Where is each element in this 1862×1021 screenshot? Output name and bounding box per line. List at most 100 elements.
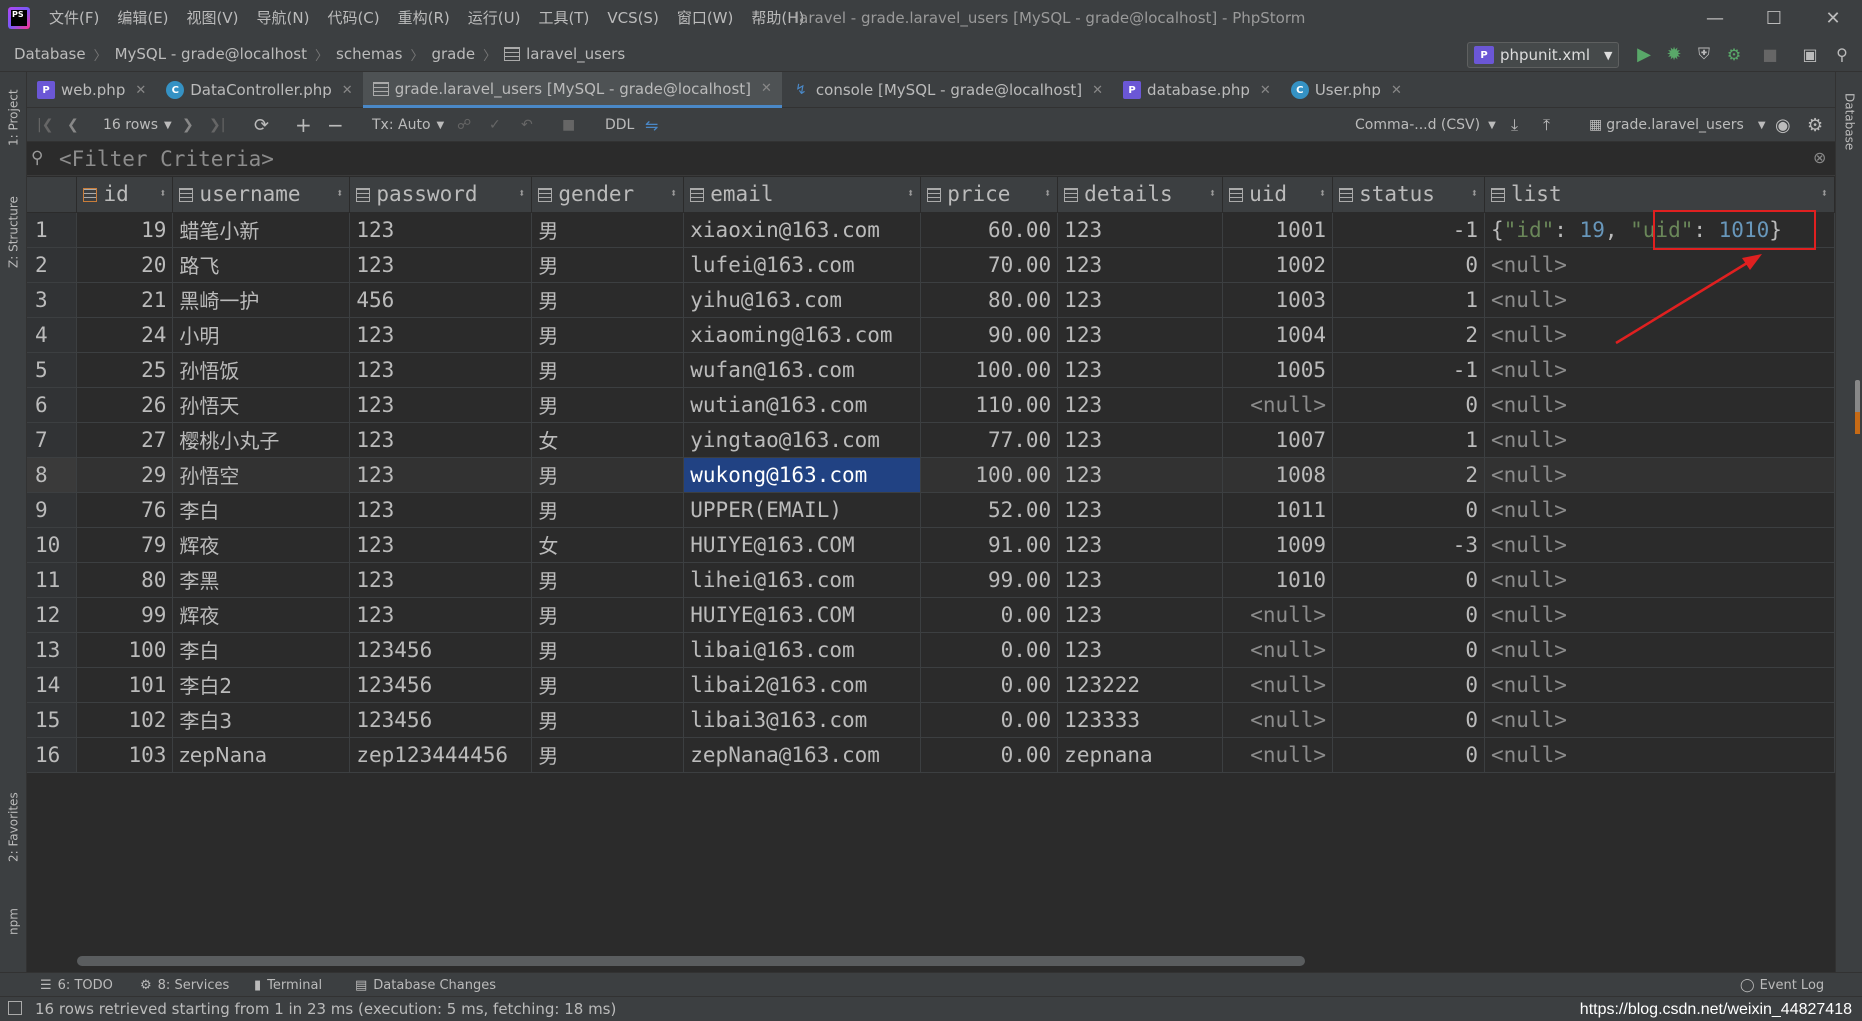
cell-list[interactable]: <null> — [1484, 562, 1835, 598]
menu-window[interactable]: 窗口(W) — [668, 0, 743, 36]
cell-gender[interactable]: 男 — [531, 457, 685, 493]
add-row-icon[interactable]: + — [295, 108, 312, 142]
cell-uid[interactable]: 1010 — [1222, 562, 1334, 598]
view-icon[interactable]: ◉ — [1775, 108, 1791, 142]
cell-list[interactable]: <null> — [1484, 527, 1835, 563]
cell-gender[interactable]: 男 — [531, 247, 685, 283]
menu-refactor[interactable]: 重构(R) — [389, 0, 459, 36]
cell-password[interactable]: 123 — [349, 387, 533, 423]
table-row[interactable]: 6 26 孙悟天 123 男 wutian@163.com 110.00 123 <null> 0… — [27, 387, 1835, 423]
cell-status[interactable]: -3 — [1332, 527, 1486, 563]
table-row[interactable]: 12 99 辉夜 123 男 HUIYE@163.COM 0.00 123 <null> 0 <nu… — [27, 597, 1835, 633]
cell-email[interactable]: libai@163.com — [683, 632, 922, 668]
cell-uid[interactable]: 1009 — [1222, 527, 1334, 563]
cell-username[interactable]: 李白 — [172, 492, 351, 528]
cell-uid[interactable]: 1008 — [1222, 457, 1334, 493]
row-number[interactable]: 5 — [27, 352, 78, 388]
breadcrumb-table[interactable]: laravel_users — [526, 45, 625, 63]
row-number[interactable]: 16 — [27, 737, 78, 773]
cell-status[interactable]: 0 — [1332, 737, 1486, 773]
cell-status[interactable]: -1 — [1332, 352, 1486, 388]
next-page-icon[interactable]: ❯ — [182, 108, 194, 142]
rows-count-select[interactable]: 16 rows ▼ — [103, 108, 172, 142]
cell-price[interactable]: 110.00 — [920, 387, 1059, 423]
cell-price[interactable]: 0.00 — [920, 667, 1059, 703]
tab-database-php[interactable]: P database.php ✕ — [1113, 72, 1281, 108]
cell-id[interactable]: 76 — [76, 492, 174, 528]
cell-gender[interactable]: 男 — [531, 352, 685, 388]
cell-details[interactable]: 123 — [1057, 387, 1224, 423]
cell-details[interactable]: 123 — [1057, 212, 1224, 248]
cell-password[interactable]: 123 — [349, 317, 533, 353]
tab-structure[interactable]: Z: Structure — [0, 182, 27, 282]
cell-email[interactable]: HUIYE@163.COM — [683, 527, 922, 563]
menu-tools[interactable]: 工具(T) — [529, 0, 598, 36]
cell-email[interactable]: lihei@163.com — [683, 562, 922, 598]
cell-status[interactable]: 0 — [1332, 247, 1486, 283]
table-row[interactable]: 3 21 黑崎一护 456 男 yihu@163.com 80.00 123 1003 1 <nul… — [27, 282, 1835, 318]
cell-password[interactable]: 123 — [349, 212, 533, 248]
cell-list[interactable]: <null> — [1484, 632, 1835, 668]
run-config-select[interactable]: P phpunit.xml ▼ — [1467, 42, 1619, 68]
cell-list[interactable]: <null> — [1484, 387, 1835, 423]
cell-status[interactable]: 0 — [1332, 597, 1486, 633]
close-icon[interactable]: ✕ — [1092, 83, 1103, 98]
cell-uid[interactable]: <null> — [1222, 702, 1334, 738]
cell-details[interactable]: 123222 — [1057, 667, 1224, 703]
cell-email[interactable]: libai3@163.com — [683, 702, 922, 738]
profile-icon[interactable]: ⚙ — [1722, 42, 1746, 66]
cell-password[interactable]: 123 — [349, 457, 533, 493]
tab-user-php[interactable]: C User.php ✕ — [1281, 72, 1412, 108]
minimize-icon[interactable]: — — [1686, 0, 1744, 36]
previous-page-icon[interactable]: ❮ — [67, 108, 79, 142]
table-row[interactable]: 4 24 小明 123 男 xiaoming@163.com 90.00 123 1004 2 <n… — [27, 317, 1835, 353]
cell-uid[interactable]: <null> — [1222, 597, 1334, 633]
cell-id[interactable]: 21 — [76, 282, 174, 318]
row-number[interactable]: 1 — [27, 212, 78, 248]
cell-status[interactable]: 0 — [1332, 702, 1486, 738]
tab-npm[interactable]: npm — [0, 892, 27, 952]
cell-id[interactable]: 24 — [76, 317, 174, 353]
cell-price[interactable]: 0.00 — [920, 597, 1059, 633]
cell-username[interactable]: 李白2 — [172, 667, 351, 703]
cell-details[interactable]: 123 — [1057, 282, 1224, 318]
cell-gender[interactable]: 女 — [531, 422, 685, 458]
row-number[interactable]: 7 — [27, 422, 78, 458]
cell-email[interactable]: libai2@163.com — [683, 667, 922, 703]
cell-username[interactable]: 李白 — [172, 632, 351, 668]
sort-icon[interactable]: ⬍ — [1471, 186, 1478, 200]
cell-username[interactable]: 辉夜 — [172, 527, 351, 563]
table-row[interactable]: 7 27 樱桃小丸子 123 女 yingtao@163.com 77.00 123 1007 1… — [27, 422, 1835, 458]
refresh-icon[interactable]: ⟳ — [254, 108, 269, 142]
table-select[interactable]: ▦ grade.laravel_users ▼ — [1589, 108, 1766, 142]
cell-price[interactable]: 91.00 — [920, 527, 1059, 563]
maximize-icon[interactable]: ☐ — [1745, 0, 1803, 36]
menu-edit[interactable]: 编辑(E) — [108, 0, 177, 36]
menu-view[interactable]: 视图(V) — [178, 0, 248, 36]
cell-uid[interactable]: 1005 — [1222, 352, 1334, 388]
tool-windows-icon[interactable] — [8, 1001, 22, 1015]
cell-status[interactable]: -1 — [1332, 212, 1486, 248]
export-format-select[interactable]: Comma-...d (CSV) ▼ — [1355, 108, 1496, 142]
cell-email[interactable]: zepNana@163.com — [683, 737, 922, 773]
column-header-email[interactable]: email ⬍ — [683, 177, 922, 213]
row-number[interactable]: 8 — [27, 457, 78, 493]
cell-details[interactable]: 123 — [1057, 422, 1224, 458]
cell-id[interactable]: 100 — [76, 632, 174, 668]
cell-username[interactable]: 黑崎一护 — [172, 282, 351, 318]
row-number[interactable]: 6 — [27, 387, 78, 423]
cell-uid[interactable]: <null> — [1222, 632, 1334, 668]
cell-list[interactable]: <null> — [1484, 282, 1835, 318]
row-number[interactable]: 4 — [27, 317, 78, 353]
cell-status[interactable]: 0 — [1332, 562, 1486, 598]
tab-project[interactable]: 1: Project — [0, 78, 27, 158]
cell-id[interactable]: 101 — [76, 667, 174, 703]
cell-details[interactable]: 123333 — [1057, 702, 1224, 738]
column-header-uid[interactable]: uid ⬍ — [1222, 177, 1334, 213]
cell-username[interactable]: 李黑 — [172, 562, 351, 598]
cell-id[interactable]: 20 — [76, 247, 174, 283]
cell-id[interactable]: 102 — [76, 702, 174, 738]
cell-id[interactable]: 80 — [76, 562, 174, 598]
cell-price[interactable]: 0.00 — [920, 632, 1059, 668]
cell-id[interactable]: 19 — [76, 212, 174, 248]
